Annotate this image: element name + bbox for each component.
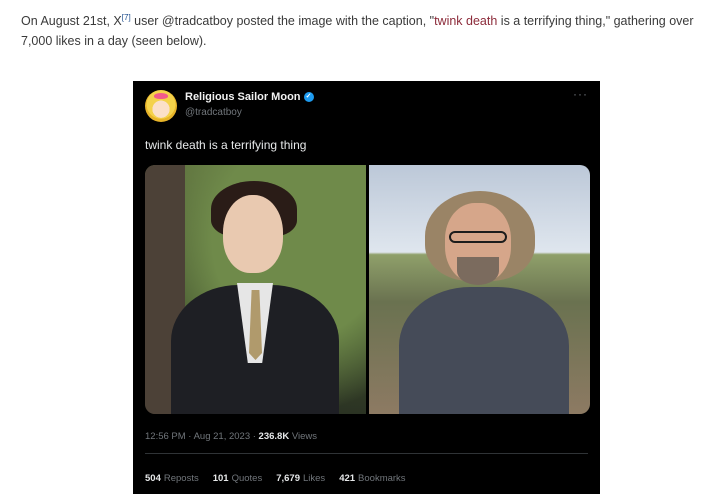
article-text-part2: user @tradcatboy posted the image with t… [130, 14, 435, 28]
display-name-text: Religious Sailor Moon [185, 91, 301, 103]
divider [145, 453, 588, 454]
likes-label: Likes [303, 473, 326, 484]
embedded-tweet[interactable]: Religious Sailor Moon ✓ @tradcatboy ··· t… [133, 81, 600, 494]
quotes-count: 101 [212, 473, 229, 484]
tweet-media[interactable] [145, 165, 590, 414]
article-text-part1: On August 21st, X [21, 14, 122, 28]
tweet-meta: 12:56 PM · Aug 21, 2023 · 236.8K Views [145, 431, 317, 442]
stat-bookmarks[interactable]: 421 Bookmarks [339, 473, 405, 484]
display-name[interactable]: Religious Sailor Moon ✓ [185, 91, 314, 103]
avatar[interactable] [145, 90, 177, 122]
tweet-text: twink death is a terrifying thing [145, 138, 307, 152]
bookmarks-count: 421 [339, 473, 356, 484]
twink-death-link[interactable]: twink death [434, 14, 497, 28]
bookmarks-label: Bookmarks [358, 473, 406, 484]
views-label: Views [289, 431, 317, 442]
more-options-icon[interactable]: ··· [573, 87, 588, 101]
likes-count: 7,679 [276, 473, 300, 484]
reposts-label: Reposts [163, 473, 199, 484]
views-count: 236.8K [258, 431, 290, 442]
reposts-count: 504 [145, 473, 161, 484]
tshirt-body [399, 287, 569, 414]
stat-quotes[interactable]: 101 Quotes [213, 473, 263, 484]
stat-reposts[interactable]: 504 Reposts [145, 473, 199, 484]
footnote-link[interactable]: [7] [122, 13, 131, 22]
stat-likes[interactable]: 7,679 Likes [276, 473, 325, 484]
beard [457, 257, 499, 285]
user-handle[interactable]: @tradcatboy [185, 107, 242, 118]
verified-badge-icon: ✓ [303, 92, 314, 103]
glasses [449, 231, 507, 243]
photo-young-man[interactable] [145, 165, 366, 414]
face [223, 195, 283, 273]
timestamp[interactable]: 12:56 PM · Aug 21, 2023 · [145, 431, 259, 442]
tweet-stats: 504 Reposts 101 Quotes 7,679 Likes 421 Bookm… [145, 473, 406, 484]
article-paragraph: On August 21st, X[7] user @tradcatboy po… [21, 11, 701, 51]
photo-older-man[interactable] [369, 165, 590, 414]
quotes-label: Quotes [231, 473, 263, 484]
